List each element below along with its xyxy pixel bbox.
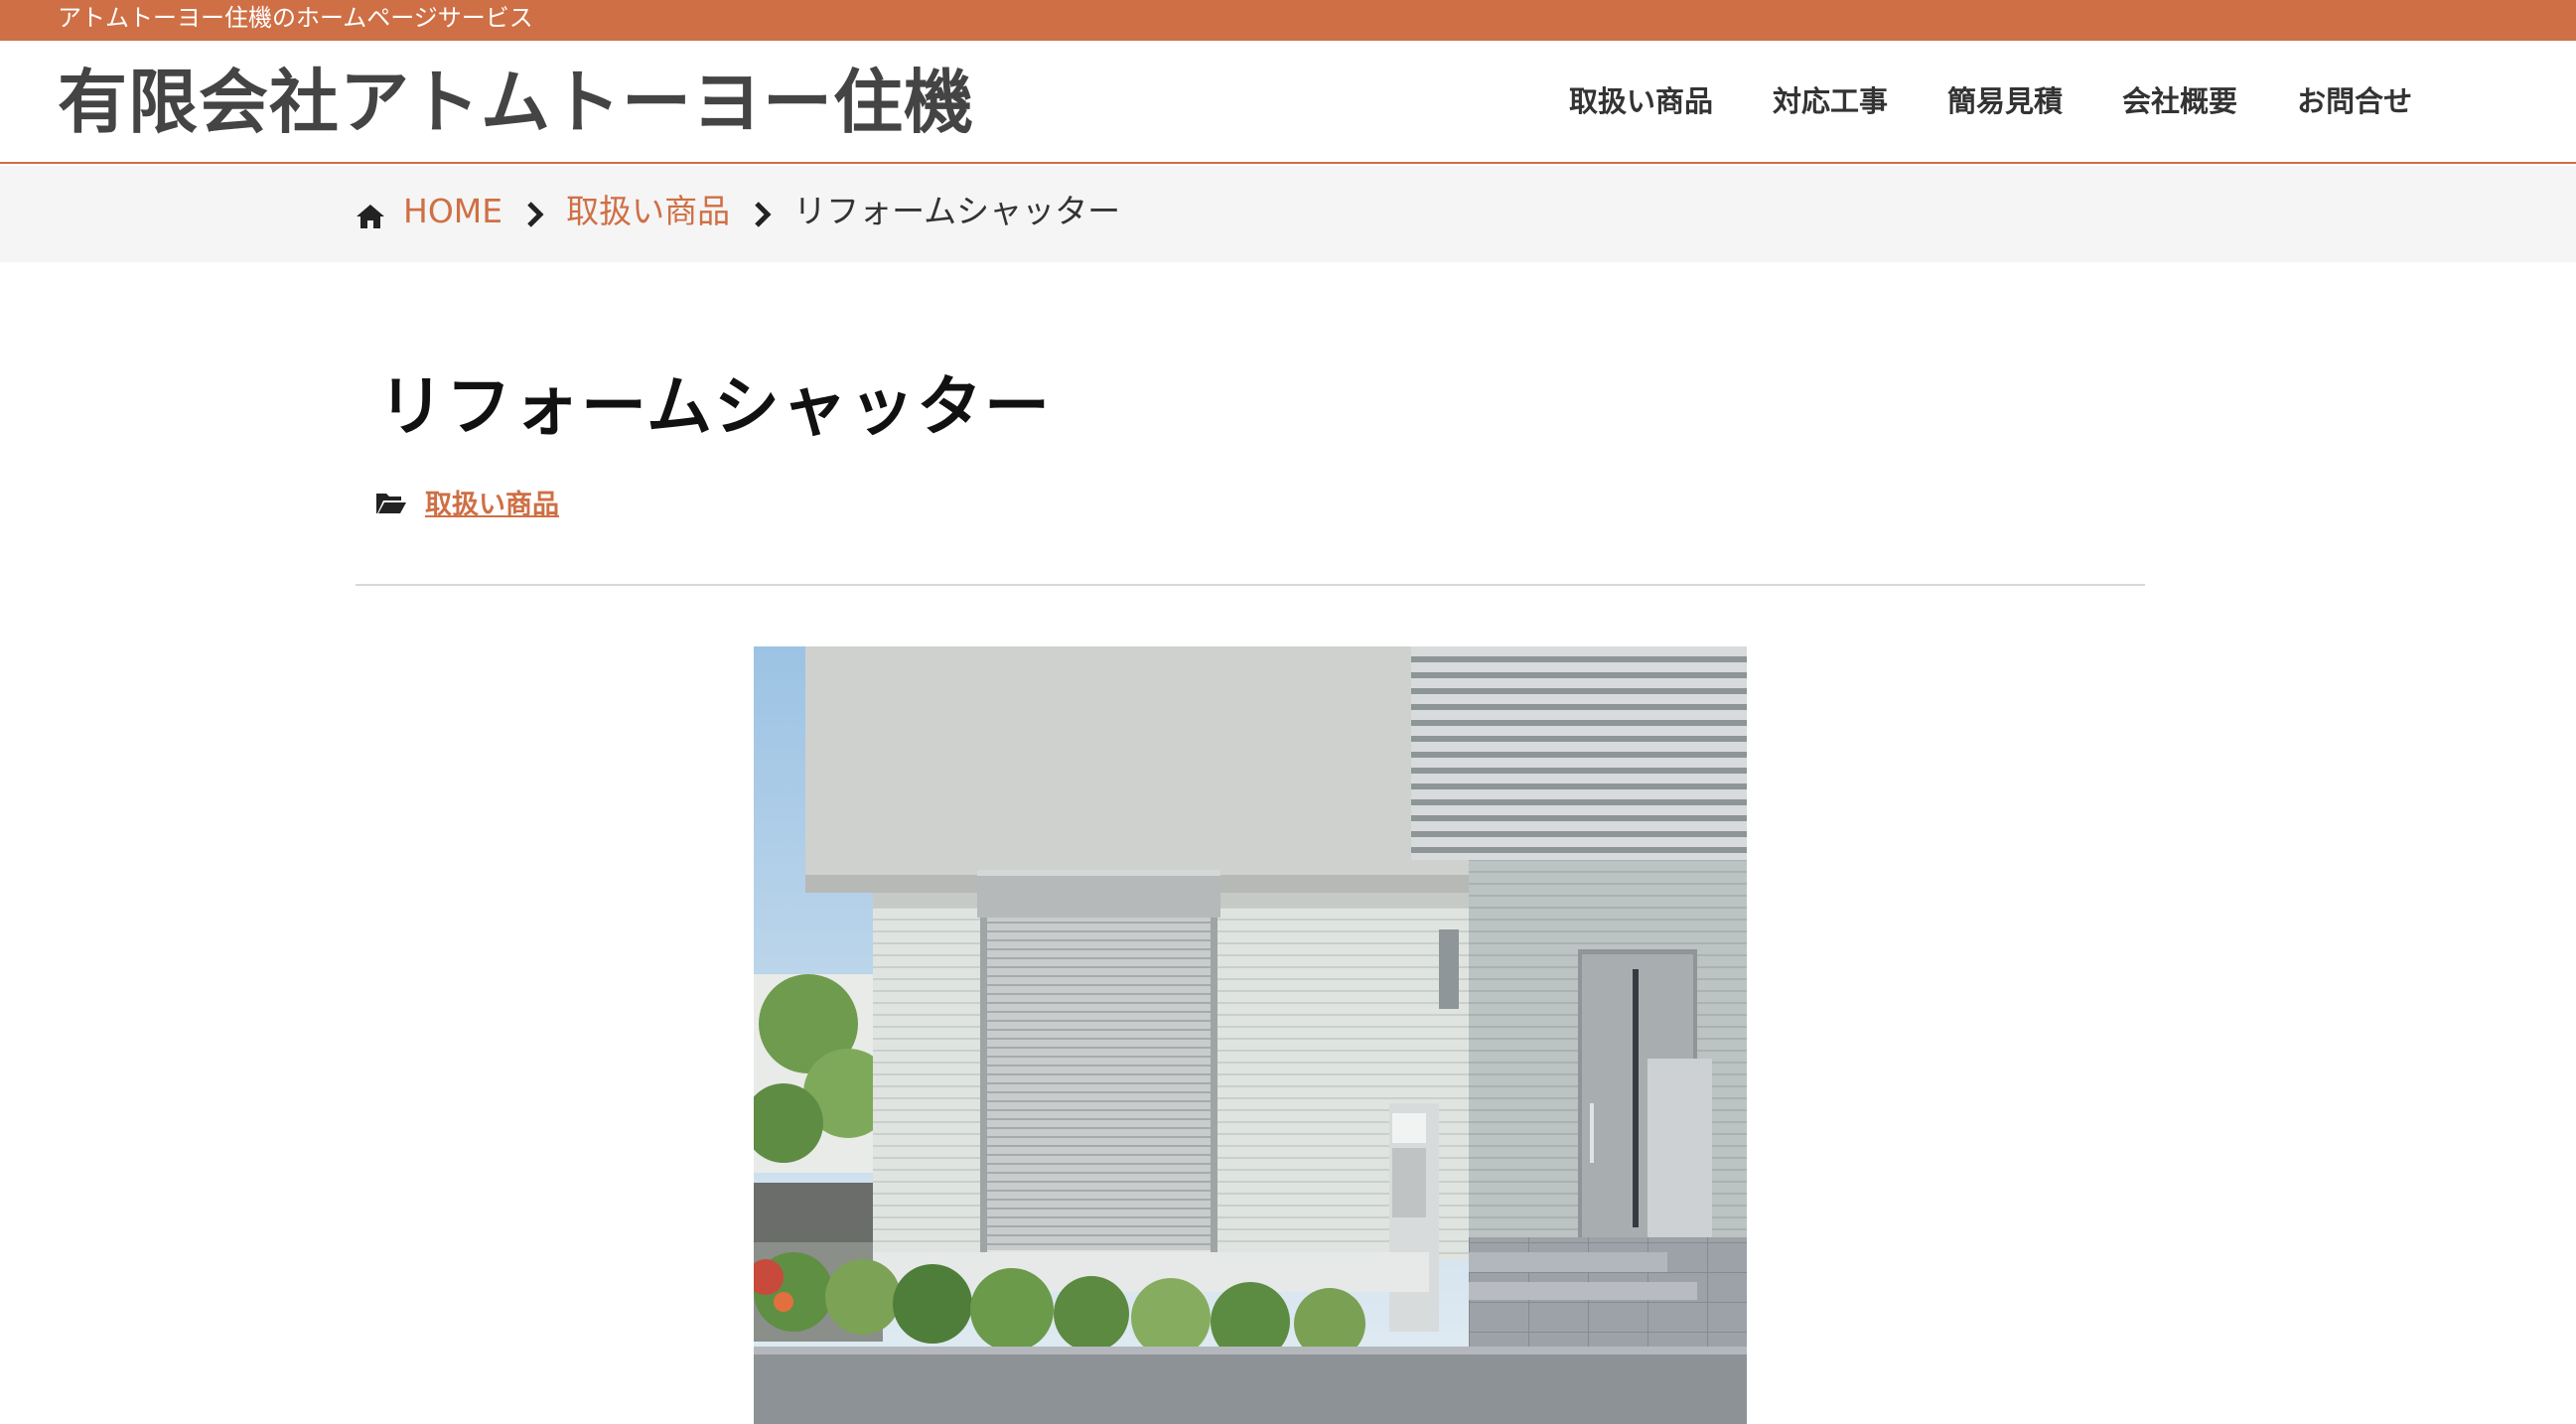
- chevron-right-icon: [524, 197, 546, 227]
- house-with-shutter-photo: [754, 646, 1747, 1424]
- folder-open-icon: [375, 490, 407, 515]
- breadcrumb-home-link[interactable]: HOME: [403, 190, 502, 233]
- breadcrumb-current: リフォームシャッター: [793, 192, 1121, 230]
- home-icon: [356, 198, 385, 228]
- top-bar: アトムトーヨー住機のホームページサービス: [0, 0, 2576, 41]
- post-category: 取扱い商品: [375, 483, 559, 521]
- content-divider: [356, 584, 2145, 586]
- site-header: 有限会社アトムトーヨー住機 取扱い商品 対応工事 簡易見積 会社概要 お問合せ: [0, 41, 2576, 164]
- breadcrumb: HOME 取扱い商品 リフォームシャッター: [356, 190, 1120, 233]
- site-tagline: アトムトーヨー住機のホームページサービス: [58, 4, 533, 32]
- category-link[interactable]: 取扱い商品: [425, 483, 559, 521]
- nav-item-contact[interactable]: お問合せ: [2297, 80, 2412, 122]
- page-title: リフォームシャッター: [378, 368, 1053, 445]
- nav-item-estimate[interactable]: 簡易見積: [1947, 80, 2063, 122]
- hero-image: [754, 646, 1747, 1424]
- chevron-right-icon: [752, 197, 774, 227]
- main-nav: 取扱い商品 対応工事 簡易見積 会社概要 お問合せ: [1569, 80, 2472, 122]
- breadcrumb-category-link[interactable]: 取扱い商品: [566, 190, 730, 233]
- nav-item-products[interactable]: 取扱い商品: [1569, 80, 1713, 122]
- nav-item-construction[interactable]: 対応工事: [1773, 80, 1888, 122]
- breadcrumb-band: HOME 取扱い商品 リフォームシャッター: [0, 166, 2576, 262]
- nav-item-company[interactable]: 会社概要: [2122, 80, 2237, 122]
- site-title[interactable]: 有限会社アトムトーヨー住機: [58, 61, 974, 144]
